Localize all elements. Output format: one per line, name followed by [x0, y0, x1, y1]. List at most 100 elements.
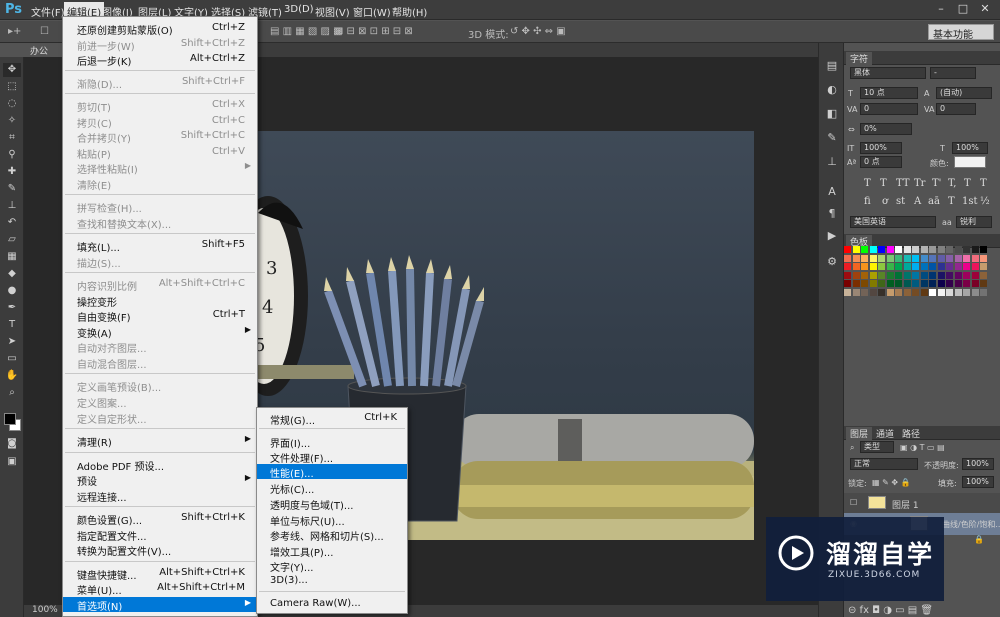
color-swatch[interactable] — [861, 246, 868, 253]
ligature-button[interactable]: fi — [864, 196, 871, 207]
edit-menu-item[interactable]: 菜单(U)... Alt+Shift+Ctrl+M — [63, 581, 257, 597]
preferences-menu-item[interactable]: 单位与标尺(U)... — [257, 512, 407, 528]
color-swatch[interactable] — [912, 271, 919, 279]
color-swatch[interactable] — [852, 254, 860, 262]
edit-menu-item[interactable]: 变换(A) ▶ — [63, 324, 257, 340]
faux-italic-button[interactable]: T — [880, 178, 887, 189]
preferences-menu-item[interactable]: 3D(3)... — [257, 574, 407, 589]
tracking-field[interactable]: 0 — [936, 103, 976, 115]
edit-menu-item[interactable]: 预设 ▶ — [63, 472, 257, 488]
color-swatch[interactable] — [844, 288, 851, 296]
color-swatch[interactable] — [954, 254, 962, 262]
color-swatch[interactable] — [912, 280, 919, 287]
color-swatch[interactable] — [886, 254, 894, 262]
color-swatch[interactable] — [929, 254, 936, 262]
opacity-field[interactable]: 100% — [962, 458, 994, 470]
color-swatch[interactable] — [946, 280, 953, 287]
color-swatch[interactable] — [929, 263, 936, 270]
color-swatch[interactable] — [920, 246, 928, 253]
edit-menu-item[interactable]: 选择性粘贴(I) ▶ — [63, 160, 257, 176]
color-swatch[interactable] — [903, 288, 911, 296]
edit-menu-item[interactable]: 后退一步(K) Alt+Ctrl+Z — [63, 52, 257, 68]
layer-filter-select[interactable]: 类型 — [860, 441, 894, 453]
color-swatch[interactable] — [852, 246, 860, 253]
clone-source-icon[interactable]: ⊥ — [824, 155, 840, 169]
antialias-select[interactable]: 锐利 — [956, 216, 992, 228]
color-swatch[interactable] — [878, 280, 885, 287]
color-swatch[interactable] — [912, 246, 919, 253]
color-swatch[interactable] — [920, 280, 928, 287]
clone-stamp-tool-icon[interactable]: ⊥ — [3, 199, 21, 213]
edit-menu-item[interactable]: 定义自定形状... — [63, 410, 257, 426]
blend-mode-select[interactable]: 正常 — [850, 458, 918, 470]
actions-panel-icon[interactable]: ▶ — [824, 229, 840, 243]
color-swatch[interactable] — [869, 280, 877, 287]
color-swatch[interactable] — [937, 254, 945, 262]
color-swatch[interactable] — [895, 263, 902, 270]
color-swatch[interactable] — [861, 271, 868, 279]
color-swatch[interactable] — [980, 254, 987, 262]
color-swatch[interactable] — [980, 263, 987, 270]
color-swatch[interactable] — [912, 288, 919, 296]
color-swatch[interactable] — [980, 288, 987, 296]
baseline-shift-field[interactable]: 0 点 — [860, 156, 902, 168]
color-swatch[interactable] — [878, 254, 885, 262]
preferences-menu-item[interactable]: Camera Raw(W)... — [257, 597, 407, 612]
color-swatch[interactable] — [869, 254, 877, 262]
color-swatch[interactable] — [895, 288, 902, 296]
color-swatch[interactable] — [869, 288, 877, 296]
tool-presets-icon[interactable]: ⚙ — [824, 255, 840, 269]
color-swatch[interactable] — [895, 280, 902, 287]
color-swatch[interactable] — [895, 246, 902, 253]
edit-menu-item[interactable]: 自动混合图层... — [63, 355, 257, 371]
edit-menu-item[interactable]: 拼写检查(H)... — [63, 199, 257, 215]
history-brush-tool-icon[interactable]: ↶ — [3, 216, 21, 230]
kerning-field[interactable]: 0 — [860, 103, 918, 115]
preferences-menu-item[interactable]: 性能(E)... — [257, 464, 407, 480]
edit-menu-item[interactable]: 颜色设置(G)... Shift+Ctrl+K — [63, 511, 257, 527]
edit-menu-item[interactable]: 查找和替换文本(X)... — [63, 215, 257, 231]
color-swatch[interactable] — [929, 246, 936, 253]
menu-help[interactable]: 帮助(H) — [392, 4, 427, 19]
color-swatch[interactable] — [920, 271, 928, 279]
faux-bold-button[interactable]: T — [864, 178, 871, 189]
color-swatch[interactable] — [929, 288, 936, 296]
type-tool-icon[interactable]: T — [3, 318, 21, 332]
color-swatch[interactable] — [878, 288, 885, 296]
color-swatch[interactable] — [937, 280, 945, 287]
color-swatch[interactable] — [920, 254, 928, 262]
marquee-tool-icon[interactable]: ⬚ — [3, 80, 21, 94]
menu-file[interactable]: 文件(F) — [31, 4, 65, 19]
3d-mode-icons[interactable]: ↺ ✥ ✣ ⇔ ▣ — [510, 26, 566, 37]
color-swatch[interactable] — [937, 288, 945, 296]
edit-menu-item[interactable]: 定义画笔预设(B)... — [63, 378, 257, 394]
layer-actions-icons[interactable]: ⊝ fx ◘ ◑ ▭ ▤ 🗑 — [848, 605, 933, 616]
edit-menu-item[interactable]: 描边(S)... — [63, 254, 257, 270]
color-swatch[interactable] — [903, 246, 911, 253]
ornaments-button[interactable]: T — [948, 196, 955, 207]
brush-panel-icon[interactable]: ✎ — [824, 131, 840, 145]
lock-icons[interactable]: ▦ ✎ ✥ 🔒 — [872, 478, 911, 487]
eyedropper-tool-icon[interactable]: ⚲ — [3, 148, 21, 162]
document-tab[interactable]: 办公2.jp — [24, 43, 64, 67]
tab-channels[interactable]: 通道 — [872, 427, 898, 440]
crop-tool-icon[interactable]: ⌗ — [3, 131, 21, 145]
color-swatch[interactable] — [878, 246, 885, 253]
quick-mask-icon[interactable]: ◙ — [3, 437, 21, 451]
color-swatch[interactable] — [861, 254, 868, 262]
preferences-menu-item[interactable]: 常规(G)... Ctrl+K — [257, 411, 407, 427]
color-swatch[interactable] — [920, 288, 928, 296]
color-swatch[interactable] — [963, 271, 970, 279]
adjustments-panel-icon[interactable]: ◧ — [824, 107, 840, 121]
color-swatch[interactable] — [937, 263, 945, 270]
color-swatch[interactable] — [844, 254, 851, 262]
close-icon[interactable]: ✕ — [976, 2, 994, 16]
fractions-button[interactable]: ½ — [980, 196, 990, 207]
vertical-scale-field[interactable]: 100% — [860, 142, 902, 154]
layer-name[interactable]: 图层 1 — [892, 498, 919, 511]
color-swatch[interactable] — [946, 263, 953, 270]
color-swatch[interactable] — [903, 263, 911, 270]
color-swatch[interactable] — [963, 246, 970, 253]
color-swatch[interactable] — [869, 246, 877, 253]
titling-button[interactable]: aā — [928, 196, 940, 207]
